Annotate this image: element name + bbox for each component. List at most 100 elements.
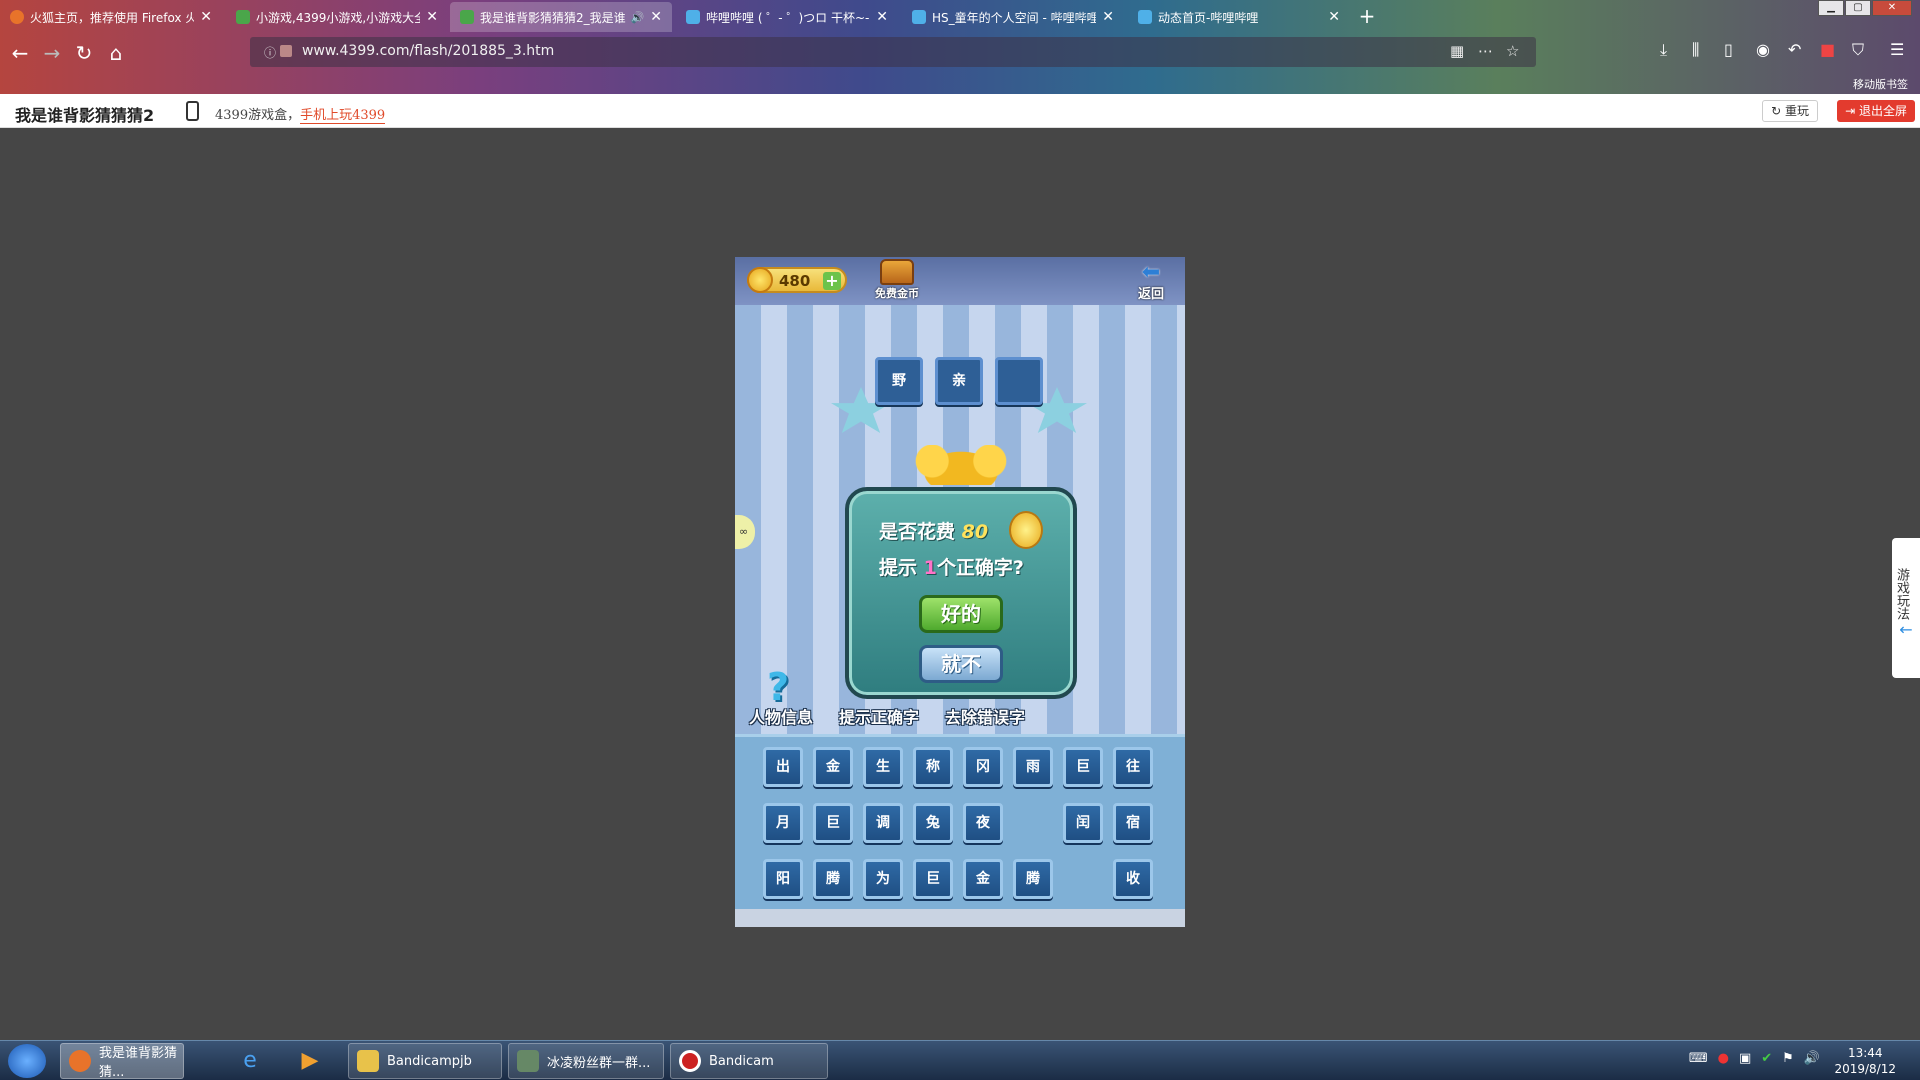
clock[interactable]: 13:44 2019/8/12 xyxy=(1834,1045,1896,1077)
game-canvas[interactable]: 480 + 免费金币 ⬅ 返回 野 亲 ∞ 是否花费 80 提示 1个正确字? … xyxy=(735,257,1185,927)
tab-bilibili-feed[interactable]: 动态首页-哔哩哔哩 ✕ xyxy=(1128,2,1350,32)
letter-key[interactable]: 冈 xyxy=(963,747,1003,787)
sidebar-icon[interactable]: ▯ xyxy=(1724,40,1733,59)
speaker-icon[interactable]: 🔊 xyxy=(631,11,645,24)
how-to-play-tab[interactable]: 游戏玩法 ← xyxy=(1892,538,1920,678)
qr-code-icon[interactable]: ▦ xyxy=(1450,42,1464,60)
volume-icon[interactable]: 🔊 xyxy=(1804,1051,1820,1066)
close-icon[interactable]: ✕ xyxy=(200,9,212,25)
minimize-button[interactable]: ▁ xyxy=(1818,0,1844,16)
letter-key[interactable]: 称 xyxy=(913,747,953,787)
letter-key[interactable]: 夜 xyxy=(963,803,1003,843)
tab-4399-games[interactable]: 小游戏,4399小游戏,小游戏大全 ✕ xyxy=(226,2,448,32)
firefox-icon xyxy=(10,10,24,24)
letter-key[interactable]: 腾 xyxy=(1013,859,1053,899)
undo-icon[interactable]: ↶ xyxy=(1788,40,1801,59)
letter-key[interactable]: 兔 xyxy=(913,803,953,843)
media-player-icon[interactable]: ▶ xyxy=(290,1044,330,1078)
task-bandicampjb[interactable]: Bandicampjb xyxy=(348,1043,502,1079)
forward-arrow-icon[interactable]: → xyxy=(38,39,66,67)
letter-key[interactable]: 收 xyxy=(1113,859,1153,899)
start-button[interactable] xyxy=(8,1044,46,1078)
home-icon[interactable]: ⌂ xyxy=(102,39,130,67)
task-bandicam[interactable]: Bandicam xyxy=(670,1043,828,1079)
network-icon[interactable]: ▣ xyxy=(1739,1051,1751,1066)
bilibili-icon xyxy=(1138,10,1152,24)
remove-wrong-button[interactable]: 去除错误字 xyxy=(945,704,1025,728)
permissions-icon[interactable] xyxy=(280,45,292,57)
mobile-bookmarks[interactable]: 移动版书签 xyxy=(1853,76,1908,92)
letter-key[interactable]: 巨 xyxy=(1063,747,1103,787)
new-tab-button[interactable]: + xyxy=(1356,2,1378,30)
window-controls: ▁ ▢ ✕ xyxy=(1817,0,1912,16)
folder-icon xyxy=(357,1050,379,1072)
bilibili-icon xyxy=(912,10,926,24)
letter-key[interactable]: 金 xyxy=(813,747,853,787)
bookmark-star-icon[interactable]: ☆ xyxy=(1506,42,1519,60)
tab-firefox-home[interactable]: 火狐主页，推荐使用 Firefox 火 ✕ xyxy=(0,2,222,32)
letter-key[interactable]: 巨 xyxy=(913,859,953,899)
library-icon[interactable]: ⫼ xyxy=(1692,40,1699,60)
letter-key[interactable]: 闰 xyxy=(1063,803,1103,843)
letter-key[interactable]: 往 xyxy=(1113,747,1153,787)
task-qq-group[interactable]: 冰凌粉丝群一群... xyxy=(508,1043,664,1079)
tab-bilibili-home[interactable]: 哔哩哔哩 ( ゜- ゜)つロ 干杯~-b ✕ xyxy=(676,2,898,32)
close-icon[interactable]: ✕ xyxy=(1102,9,1114,25)
letter-key[interactable]: 巨 xyxy=(813,803,853,843)
flag-icon[interactable]: ⚑ xyxy=(1782,1051,1794,1066)
record-status-icon[interactable]: ● xyxy=(1718,1051,1729,1066)
close-icon[interactable]: ✕ xyxy=(426,9,438,25)
tab-current-game[interactable]: 我是谁背影猜猜猜2_我是谁 🔊 ✕ xyxy=(450,2,672,32)
free-coins-button[interactable]: 免费金币 xyxy=(867,259,927,305)
letter-key[interactable]: 为 xyxy=(863,859,903,899)
adblock-icon[interactable]: ■ xyxy=(1820,40,1835,59)
dialog-hint-count: 1 xyxy=(923,557,937,579)
task-firefox[interactable]: 我是谁背影猜猜... xyxy=(60,1043,184,1080)
close-icon[interactable]: ✕ xyxy=(876,9,888,25)
close-icon[interactable]: ✕ xyxy=(650,9,662,25)
close-window-button[interactable]: ✕ xyxy=(1872,0,1912,16)
answer-slot[interactable]: 亲 xyxy=(935,357,983,405)
close-icon[interactable]: ✕ xyxy=(1328,9,1340,25)
tab-bilibili-space[interactable]: HS_童年的个人空间 - 哔哩哔哩 ✕ xyxy=(902,2,1124,32)
ie-icon[interactable]: e xyxy=(230,1044,270,1078)
reload-icon[interactable]: ↻ xyxy=(70,39,98,67)
promo-prefix: 4399游戏盒， xyxy=(215,108,301,123)
shield-icon[interactable]: ⛉ xyxy=(1852,40,1864,60)
letter-key[interactable]: 宿 xyxy=(1113,803,1153,843)
account-icon[interactable]: ◉ xyxy=(1756,40,1770,59)
letter-key[interactable]: 阳 xyxy=(763,859,803,899)
exit-fullscreen-button[interactable]: ⇥ 退出全屏 xyxy=(1837,100,1915,122)
game-back-button[interactable]: ⬅ 返回 xyxy=(1127,262,1175,303)
promo-link[interactable]: 手机上玩4399 xyxy=(300,108,386,124)
how-to-play-label: 游戏玩法 xyxy=(1894,568,1909,620)
group-chat-icon xyxy=(517,1050,539,1072)
letter-key[interactable]: 月 xyxy=(763,803,803,843)
maximize-button[interactable]: ▢ xyxy=(1845,0,1871,16)
letter-key[interactable]: 生 xyxy=(863,747,903,787)
security-icon[interactable]: ✔ xyxy=(1761,1051,1772,1066)
letter-key[interactable]: 腾 xyxy=(813,859,853,899)
exit-fullscreen-label: 退出全屏 xyxy=(1858,104,1907,118)
character-info-button[interactable]: 人物信息 xyxy=(749,704,813,728)
url-bar[interactable]: ⓘ www.4399.com/flash/201885_3.htm ▦ ⋯ ☆ xyxy=(250,37,1536,67)
answer-slot[interactable] xyxy=(995,357,1043,405)
info-icon[interactable]: ⓘ xyxy=(264,44,276,61)
add-coins-button[interactable]: + xyxy=(823,272,841,290)
download-icon[interactable]: ⤓ xyxy=(1660,40,1667,60)
menu-icon[interactable]: ☰ xyxy=(1890,40,1904,59)
letter-key[interactable]: 调 xyxy=(863,803,903,843)
letter-key[interactable]: 雨 xyxy=(1013,747,1053,787)
decline-button[interactable]: 就不 xyxy=(919,645,1003,683)
letter-key[interactable]: 金 xyxy=(963,859,1003,899)
ime-icon[interactable]: ⌨ xyxy=(1689,1051,1708,1066)
confirm-button[interactable]: 好的 xyxy=(919,595,1003,633)
page-actions-icon[interactable]: ⋯ xyxy=(1478,42,1493,60)
answer-slot[interactable]: 野 xyxy=(875,357,923,405)
side-pull-tab[interactable]: ∞ xyxy=(735,515,755,549)
back-arrow-icon[interactable]: ← xyxy=(6,39,34,67)
letter-key[interactable]: 出 xyxy=(763,747,803,787)
hint-correct-button[interactable]: 提示正确字 xyxy=(839,704,919,728)
url-text[interactable]: www.4399.com/flash/201885_3.htm xyxy=(302,43,554,59)
replay-button[interactable]: ↻ 重玩 xyxy=(1762,100,1818,122)
